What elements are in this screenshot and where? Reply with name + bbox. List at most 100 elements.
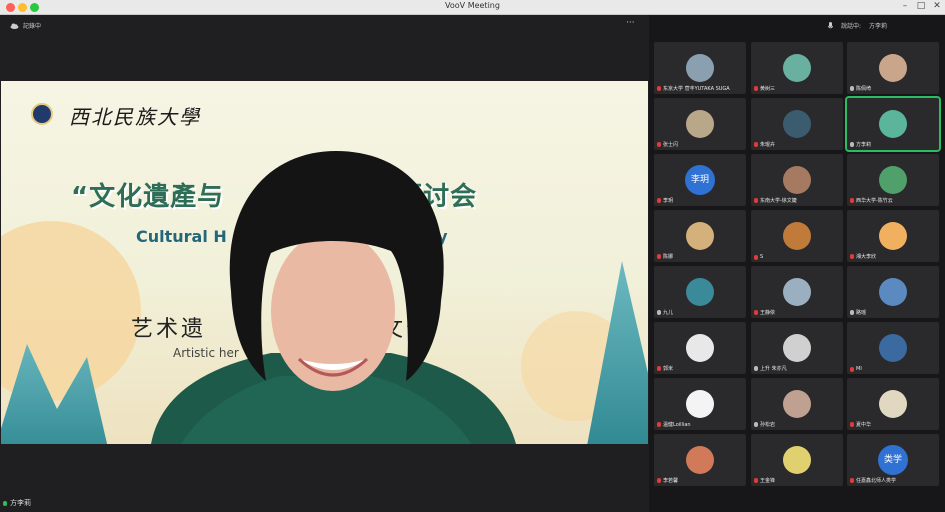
participant-label: 西华大学-陈竹云 xyxy=(850,197,937,204)
participant-tile[interactable]: S xyxy=(751,210,843,262)
minimize-icon[interactable]: – xyxy=(898,1,912,11)
muted-microphone-icon xyxy=(850,366,854,372)
close-icon[interactable]: ✕ xyxy=(930,1,944,11)
participant-tile[interactable]: 陈娜 xyxy=(654,210,746,262)
participant-label: 李玥 xyxy=(657,197,744,204)
participant-avatar: 李玥 xyxy=(685,165,715,195)
participant-name: 李若馨 xyxy=(663,478,679,484)
muted-microphone-icon xyxy=(754,310,758,315)
participant-tile[interactable]: 孙松岩 xyxy=(751,378,843,430)
participant-name: 温健Loillian xyxy=(663,422,691,428)
participant-avatar xyxy=(783,334,811,362)
participant-tile[interactable]: 湘大李欣 xyxy=(847,210,939,262)
participant-avatar xyxy=(686,110,714,138)
muted-microphone-icon xyxy=(754,198,758,203)
participant-name: 西华大学-陈竹云 xyxy=(856,198,893,204)
participant-name: S xyxy=(760,254,764,260)
participant-avatar xyxy=(686,390,714,418)
participant-tile[interactable]: 九儿 xyxy=(654,266,746,318)
participant-tile[interactable]: 东京大学 菅丰YUTAKA SUGA xyxy=(654,42,746,94)
participant-tile[interactable]: 陈佩绮 xyxy=(847,42,939,94)
talking-label: 說話中: xyxy=(841,23,862,30)
muted-microphone-icon xyxy=(850,422,854,427)
participant-avatar xyxy=(879,110,907,138)
participant-avatar xyxy=(686,222,714,250)
participant-name: 夏中华 xyxy=(856,422,872,428)
participant-tile[interactable]: 夏中华 xyxy=(847,378,939,430)
participant-label: 郭米 xyxy=(657,365,744,372)
muted-microphone-icon xyxy=(754,254,758,260)
microphone-icon xyxy=(754,422,758,427)
participant-avatar xyxy=(783,446,811,474)
muted-microphone-icon xyxy=(850,198,854,203)
participant-label: 陈娜 xyxy=(657,253,744,260)
microphone-icon xyxy=(3,500,7,506)
participant-tile[interactable]: MI xyxy=(847,322,939,374)
active-speaker-bar: 說話中: 方李莉 xyxy=(828,21,887,30)
microphone-icon xyxy=(850,86,854,91)
participant-label: 方李莉 xyxy=(850,141,937,148)
participant-avatar: 类学 xyxy=(878,445,908,475)
participant-label: 路瑶 xyxy=(850,309,937,316)
muted-microphone-icon xyxy=(657,142,661,147)
participant-name: 上升 朱亦凡 xyxy=(760,366,787,372)
participant-tile[interactable]: 郭米 xyxy=(654,322,746,374)
participant-tile[interactable]: 李玥 李玥 xyxy=(654,154,746,206)
participant-tile[interactable]: 上升 朱亦凡 xyxy=(751,322,843,374)
participant-label: MI xyxy=(850,366,937,372)
participant-avatar xyxy=(879,166,907,194)
participant-name: 孙松岩 xyxy=(760,422,776,428)
participant-tile[interactable]: 张士闪 xyxy=(654,98,746,150)
participant-label: S xyxy=(754,254,841,260)
participant-avatar xyxy=(879,278,907,306)
participant-name: 黄树三 xyxy=(760,86,776,92)
cloud-icon xyxy=(10,23,19,29)
recording-indicator[interactable]: 記錄中 xyxy=(10,21,41,30)
window-title: VooV Meeting xyxy=(445,1,500,10)
muted-microphone-icon xyxy=(657,86,661,91)
participant-tile[interactable]: 西华大学-陈竹云 xyxy=(847,154,939,206)
participant-tile[interactable]: 类学 任嘉鑫北师人类学 xyxy=(847,434,939,486)
participant-avatar xyxy=(879,334,907,362)
participant-name: 方李莉 xyxy=(856,142,872,148)
participant-avatar xyxy=(686,278,714,306)
participant-avatar xyxy=(686,54,714,82)
participant-tile[interactable]: 王金锋 xyxy=(751,434,843,486)
participant-tile[interactable]: 李若馨 xyxy=(654,434,746,486)
presenter-name: 方李莉 xyxy=(10,499,31,507)
participant-avatar xyxy=(879,54,907,82)
recording-label: 記錄中 xyxy=(23,23,42,30)
participant-avatar xyxy=(879,390,907,418)
university-logo xyxy=(31,103,53,125)
participant-tile[interactable]: 王静依 xyxy=(751,266,843,318)
participant-label: 朱琨卉 xyxy=(754,141,841,148)
participant-name: 湘大李欣 xyxy=(856,254,877,260)
participant-label: 夏中华 xyxy=(850,421,937,428)
participant-avatar xyxy=(686,446,714,474)
participant-label: 湘大李欣 xyxy=(850,253,937,260)
participant-name: 郭米 xyxy=(663,366,674,372)
microphone-icon xyxy=(828,21,833,28)
participant-tile[interactable]: 路瑶 xyxy=(847,266,939,318)
more-options-button[interactable]: ··· xyxy=(626,18,635,28)
muted-microphone-icon xyxy=(850,254,854,259)
participant-tile[interactable]: 温健Loillian xyxy=(654,378,746,430)
presenter-name-tag: 方李莉 xyxy=(3,498,31,508)
participant-name: 朱琨卉 xyxy=(760,142,776,148)
participant-label: 李若馨 xyxy=(657,477,744,484)
participant-label: 东南大学-徐文婕 xyxy=(754,197,841,204)
participant-label: 张士闪 xyxy=(657,141,744,148)
participant-avatar xyxy=(783,110,811,138)
participant-tile[interactable]: 方李莉 xyxy=(845,96,941,152)
participant-label: 温健Loillian xyxy=(657,421,744,428)
participant-label: 王金锋 xyxy=(754,477,841,484)
muted-microphone-icon xyxy=(754,142,758,147)
participant-tile[interactable]: 东南大学-徐文婕 xyxy=(751,154,843,206)
muted-microphone-icon xyxy=(657,422,661,427)
maximize-icon[interactable]: □ xyxy=(914,1,928,11)
muted-microphone-icon xyxy=(754,86,758,91)
participant-label: 陈佩绮 xyxy=(850,85,937,92)
participant-tile[interactable]: 朱琨卉 xyxy=(751,98,843,150)
participant-tile[interactable]: 黄树三 xyxy=(751,42,843,94)
participant-label: 九儿 xyxy=(657,309,744,316)
